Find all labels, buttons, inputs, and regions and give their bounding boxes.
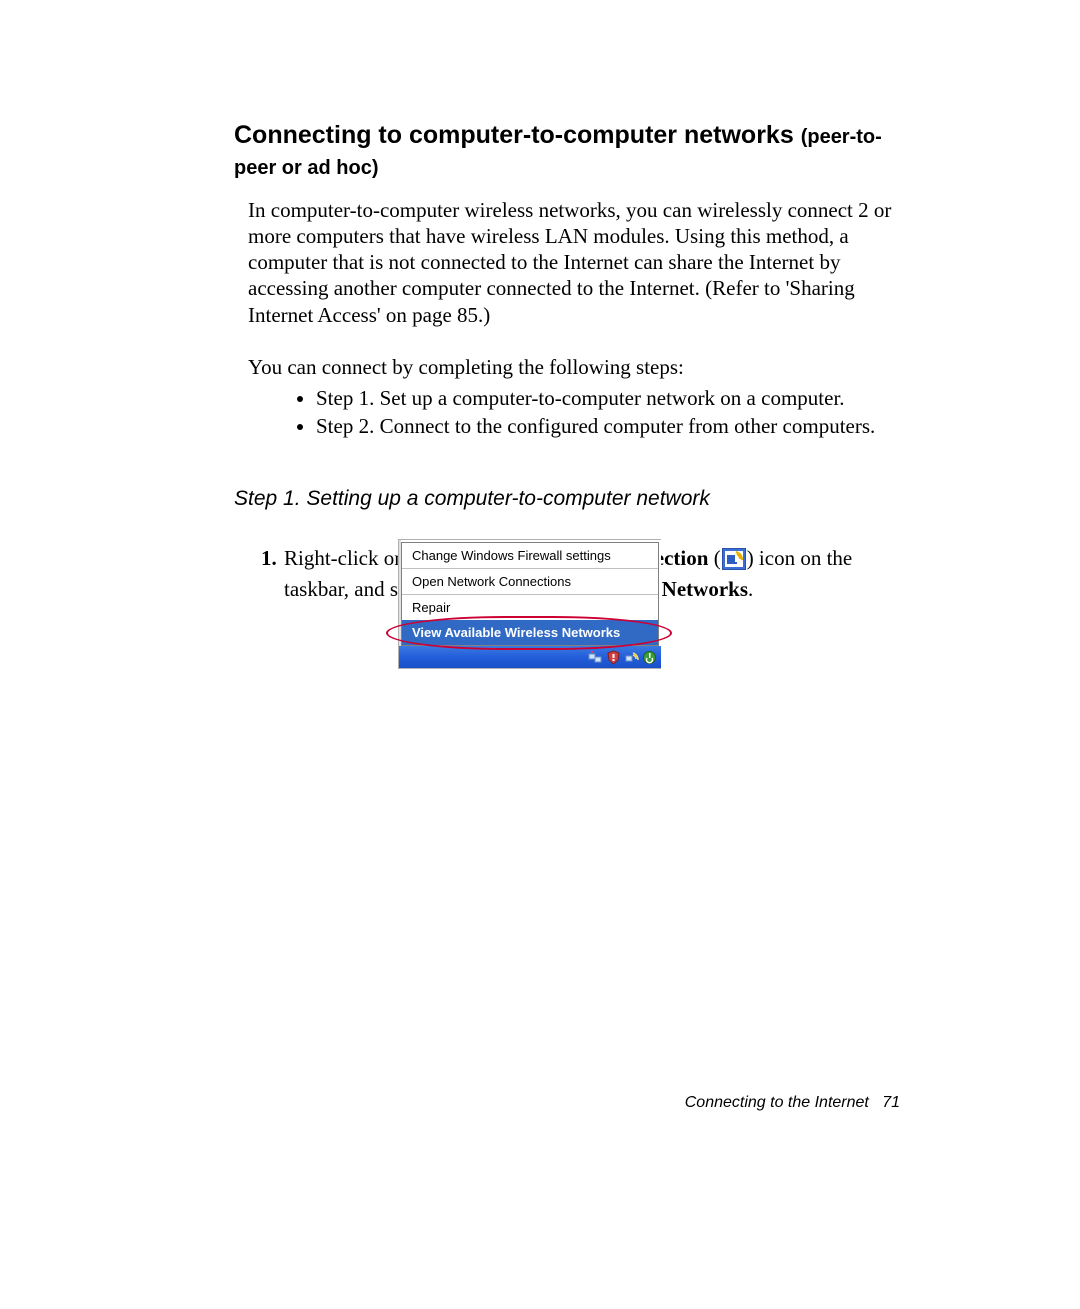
document-page: Connecting to computer-to-computer netwo…: [0, 0, 1080, 1309]
instr1-t4: .: [748, 577, 753, 601]
heading-main: Connecting to computer-to-computer netwo…: [234, 121, 801, 149]
content-area: Connecting to computer-to-computer netwo…: [234, 120, 904, 602]
tray-network-icon[interactable]: [588, 650, 603, 665]
footer-page: 71: [882, 1094, 900, 1111]
wireless-icon: [722, 548, 746, 576]
context-menu-screenshot: Change Windows Firewall settings Open Ne…: [398, 539, 661, 669]
tray-wireless-icon[interactable]: [624, 650, 639, 665]
intro-paragraph: In computer-to-computer wireless network…: [248, 197, 904, 328]
context-menu: Change Windows Firewall settings Open Ne…: [401, 542, 659, 646]
tray-shield-icon[interactable]: [606, 650, 621, 665]
footer-section: Connecting to the Internet: [685, 1094, 869, 1111]
menu-item-view-networks-label: View Available Wireless Networks: [412, 625, 620, 640]
menu-item-firewall[interactable]: Change Windows Firewall settings: [402, 543, 658, 569]
steps-lead: You can connect by completing the follow…: [248, 354, 904, 380]
menu-item-open-connections[interactable]: Open Network Connections: [402, 569, 658, 595]
taskbar: [399, 646, 661, 668]
overview-step-list: Step 1. Set up a computer-to-computer ne…: [234, 384, 904, 441]
menu-item-view-networks[interactable]: View Available Wireless Networks: [402, 620, 658, 645]
section-heading: Connecting to computer-to-computer netwo…: [234, 120, 904, 183]
menu-item-repair[interactable]: Repair: [402, 595, 658, 620]
overview-step-1: Step 1. Set up a computer-to-computer ne…: [316, 384, 904, 412]
step1-title: Step 1. Setting up a computer-to-compute…: [234, 487, 904, 511]
instr1-t2: (: [708, 546, 720, 570]
page-footer: Connecting to the Internet 71: [685, 1094, 900, 1112]
tray-power-icon[interactable]: [642, 650, 657, 665]
overview-step-2: Step 2. Connect to the configured comput…: [316, 412, 904, 440]
